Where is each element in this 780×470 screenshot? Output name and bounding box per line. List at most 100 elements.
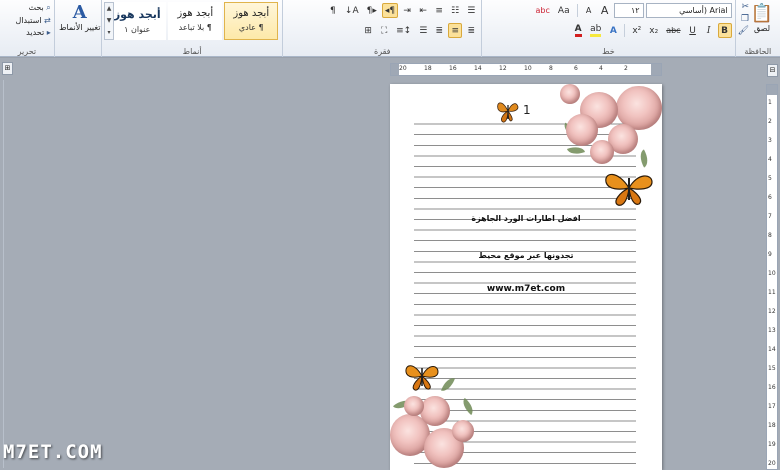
grow-font-button[interactable]: A: [598, 3, 612, 18]
multilevel-list-button[interactable]: ≡: [432, 3, 446, 18]
font-color-icon: A: [574, 24, 582, 37]
shrink-font-button[interactable]: A: [582, 3, 596, 18]
italic-button[interactable]: I: [702, 23, 716, 38]
style-no-spacing[interactable]: أبجد هوز ¶ بلا تباعد: [168, 2, 223, 40]
ltr-button[interactable]: ▸¶: [364, 3, 380, 18]
leaf-decoration: [636, 149, 652, 168]
ruler-tick-label: 20: [399, 65, 407, 72]
ruler-toggle-right[interactable]: ⊟: [767, 64, 778, 77]
ruler-tick-label: 14: [768, 346, 776, 353]
butterfly-icon: [405, 365, 439, 391]
ruler-tick-label: 1: [768, 99, 772, 106]
paragraph-group-label: فقرة: [374, 47, 391, 56]
font-group-label: خط: [602, 47, 615, 56]
rose-decoration: [590, 140, 614, 164]
horizontal-ruler[interactable]: 20 18 16 14 12 10 8 6 4 2: [390, 63, 662, 76]
underline-button[interactable]: U: [686, 23, 700, 38]
ruler-tick-label: 11: [768, 289, 776, 296]
numbering-icon: ☷: [451, 5, 460, 16]
styles-scroll[interactable]: ▲ ▼ ▾: [104, 2, 115, 40]
font-size-combo[interactable]: ١٢: [613, 3, 644, 18]
borders-icon: ⊞: [364, 25, 372, 36]
document-url-line: www.m7et.com: [486, 284, 566, 294]
borders-button[interactable]: ⊞: [361, 23, 375, 38]
separator: [624, 24, 626, 37]
ruler-tick-label: 14: [474, 65, 482, 72]
bullets-button[interactable]: ☰: [464, 3, 478, 18]
ruler-tick-label: 13: [768, 327, 776, 334]
font-group: Arial (أساسي ١٢ A A Aa abc B I U abc x₂ …: [481, 0, 734, 57]
ruler-tick-label: 9: [768, 251, 772, 258]
left-margin-strip: [3, 80, 11, 468]
style-normal[interactable]: أبجد هوز ¶ عادي: [224, 2, 279, 40]
editing-list: ⌕ بحث ⇄ استبدال ▸ تحديد: [3, 2, 51, 37]
ruler-margin-right: [651, 64, 661, 75]
ruler-tick-label: 2: [768, 118, 772, 125]
style-heading-1[interactable]: أبجد هوز عنوان ١: [108, 2, 167, 40]
bullets-icon: ☰: [467, 5, 476, 16]
change-styles-icon: A: [72, 2, 87, 23]
cut-icon[interactable]: ✂: [738, 2, 749, 12]
ribbon: 📋 لصق ✂ ❐ 🖌 الحافظة Arial (أساسي ١٢ A A …: [0, 0, 780, 57]
justify-button[interactable]: ☰: [416, 23, 430, 38]
strikethrough-button[interactable]: abc: [663, 23, 683, 38]
format-painter-icon[interactable]: 🖌: [738, 26, 749, 36]
line-spacing-button[interactable]: ↕≡: [393, 23, 414, 38]
styles-group-label: أنماط: [182, 47, 202, 56]
bold-button[interactable]: B: [717, 23, 732, 38]
ruler-tick-label: 16: [768, 384, 776, 391]
clipboard-group-label: الحافظة: [744, 47, 772, 56]
ruler-tick-label: 16: [449, 65, 457, 72]
ruler-tick-label: 4: [599, 65, 603, 72]
align-center-button[interactable]: ≡: [448, 23, 463, 38]
ruler-tick-label: 17: [768, 403, 776, 410]
highlight-button[interactable]: ab: [587, 23, 604, 38]
separator: [576, 4, 578, 17]
subscript-button[interactable]: x₂: [646, 23, 661, 38]
font-row-2: B I U abc x₂ x² A ab A: [485, 22, 732, 39]
document-page[interactable]: 1 افضل اطارات الورد الجاهزة تجدونها عبر …: [390, 84, 662, 470]
copy-icon[interactable]: ❐: [738, 14, 749, 24]
select-button[interactable]: ▸ تحديد: [3, 28, 51, 37]
shading-button[interactable]: ⛶: [377, 23, 391, 38]
align-left-icon: ≣: [435, 25, 444, 36]
show-marks-button[interactable]: ¶: [326, 3, 340, 18]
ruler-tick-label: 3: [768, 137, 772, 144]
paragraph-row-1: ☰ ☷ ≡ ⇤ ⇥ ¶◂ ▸¶ A↓ ¶: [286, 2, 478, 19]
multilevel-icon: ≡: [435, 5, 443, 16]
clear-formatting-button[interactable]: abc: [533, 3, 553, 18]
change-styles-button[interactable]: A تغيير الأنماط: [58, 2, 102, 32]
rtl-button[interactable]: ¶◂: [381, 3, 399, 18]
styles-group: أبجد هوز ¶ عادي أبجد هوز ¶ بلا تباعد أبج…: [101, 0, 282, 57]
site-watermark: M7ET.COM: [3, 441, 103, 463]
rose-decoration: [566, 114, 598, 146]
page-number-text: 1: [523, 103, 531, 117]
ruler-tick-label: 8: [768, 232, 772, 239]
text-effects-button[interactable]: A: [606, 23, 620, 38]
rose-decoration: [404, 396, 424, 416]
rose-decoration: [452, 420, 474, 442]
change-case-button[interactable]: Aa: [555, 3, 573, 18]
find-button[interactable]: ⌕ بحث: [3, 3, 50, 13]
editing-group: ⌕ بحث ⇄ استبدال ▸ تحديد تحرير: [0, 0, 54, 57]
increase-indent-button[interactable]: ⇥: [400, 3, 414, 18]
text-effects-icon: A: [609, 25, 617, 36]
align-left-button[interactable]: ≣: [432, 23, 446, 38]
ruler-tick-label: 20: [768, 460, 776, 467]
ruler-tick-label: 10: [768, 270, 776, 277]
align-center-icon: ≡: [451, 25, 460, 36]
decrease-indent-icon: ⇤: [419, 5, 427, 16]
align-right-button[interactable]: ≣: [464, 23, 478, 38]
ruler-tick-label: 5: [768, 175, 772, 182]
ruler-tick-label: 10: [524, 65, 532, 72]
sort-button[interactable]: A↓: [342, 3, 362, 18]
numbering-button[interactable]: ☷: [448, 3, 462, 18]
font-name-combo[interactable]: Arial (أساسي: [645, 3, 732, 18]
decrease-indent-button[interactable]: ⇤: [416, 3, 430, 18]
vertical-ruler[interactable]: 1 2 3 4 5 6 7 8 9 10 11 12 13 14 15 16 17 18 19 20: [766, 84, 778, 470]
replace-button[interactable]: ⇄ استبدال: [3, 16, 51, 25]
paste-button[interactable]: 📋 لصق: [750, 3, 774, 33]
ruler-toggle-left[interactable]: ⊞: [2, 62, 13, 75]
font-color-button[interactable]: A: [571, 23, 585, 38]
superscript-button[interactable]: x²: [629, 23, 644, 38]
